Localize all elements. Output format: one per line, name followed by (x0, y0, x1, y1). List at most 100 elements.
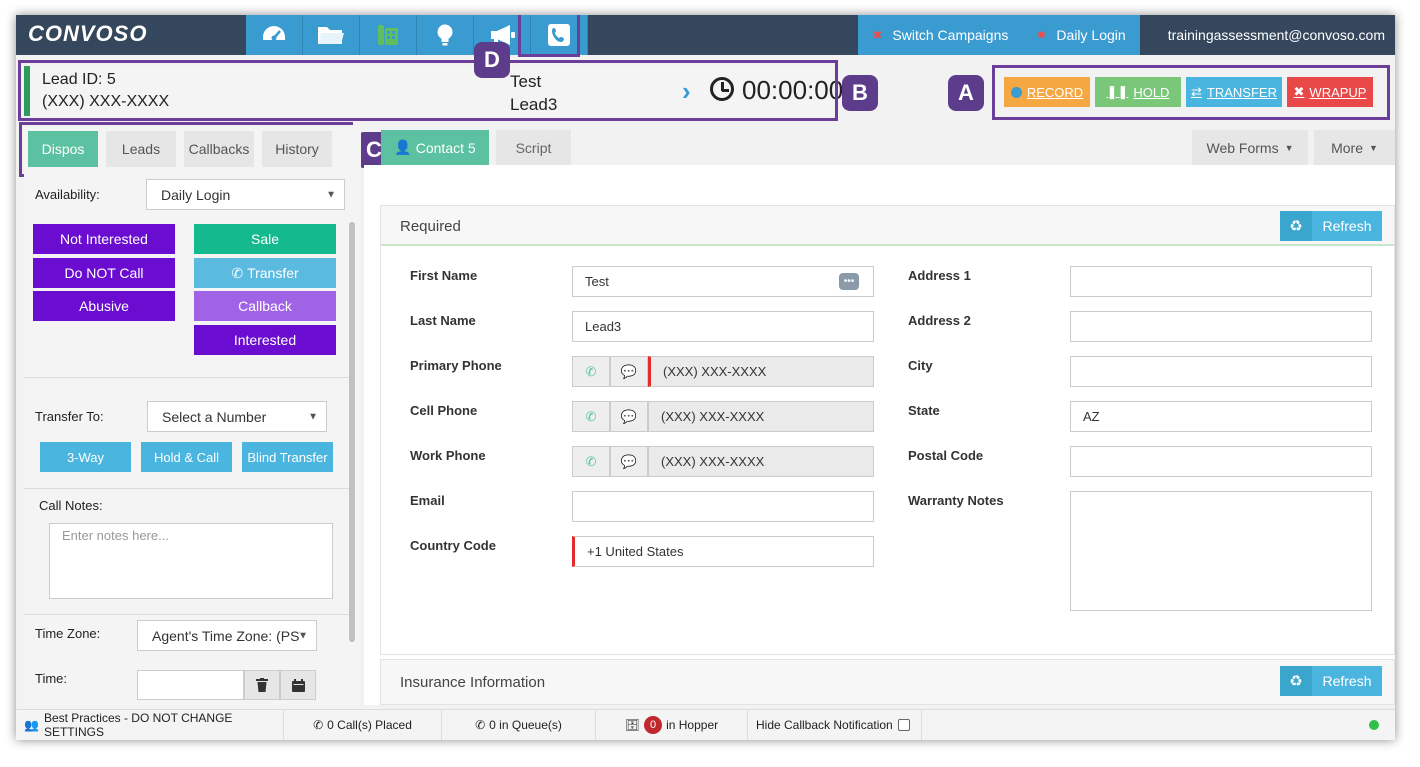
database-icon: 🗄 (624, 718, 641, 732)
availability-value: Daily Login (161, 186, 231, 203)
user-menu[interactable]: trainingassessment@convoso.com (1140, 15, 1395, 55)
calls-placed-item: ✆ 0 Call(s) Placed (284, 709, 442, 740)
switch-campaigns-button[interactable]: ✖ Switch Campaigns (858, 15, 1023, 55)
dispo-callback[interactable]: Callback (194, 291, 336, 321)
address2-field[interactable] (1070, 311, 1372, 342)
call-notes-textarea[interactable]: Enter notes here... (49, 523, 333, 599)
folder-icon[interactable] (303, 15, 360, 55)
country-code-field[interactable]: +1 United States (572, 536, 874, 567)
best-practices-item[interactable]: 👥 Best Practices - DO NOT CHANGE SETTINGS (16, 709, 284, 740)
call-phone-icon[interactable]: ✆ (572, 401, 610, 432)
dispo-transfer[interactable]: ✆ Transfer (194, 258, 336, 288)
tab-contact[interactable]: 👤 Contact 5 (381, 130, 489, 165)
three-way-button[interactable]: 3-Way (40, 442, 131, 472)
postal-code-label: Postal Code (908, 448, 984, 463)
tab-dispos[interactable]: Dispos (28, 131, 98, 167)
transfer-to-label: Transfer To: (35, 409, 104, 424)
state-label: State (908, 403, 940, 418)
contact-content: Required ♻ Refresh First Name Test ••• L… (364, 165, 1395, 705)
email-field[interactable] (572, 491, 874, 522)
hide-callback-checkbox[interactable] (897, 719, 910, 731)
call-phone-icon[interactable]: ✆ (572, 446, 610, 477)
availability-select[interactable]: Daily Login ▼ (146, 179, 345, 210)
cell-phone-group: ✆ 💬 (XXX) XXX-XXXX (572, 401, 874, 432)
web-forms-label: Web Forms (1206, 139, 1279, 156)
tab-script[interactable]: Script (496, 130, 571, 165)
tab-callbacks[interactable]: Callbacks (184, 131, 254, 167)
state-field[interactable]: AZ (1070, 401, 1372, 432)
first-name-value: Test (585, 274, 609, 289)
dispo-abusive[interactable]: Abusive (33, 291, 175, 321)
transfer-number-value: Select a Number (162, 408, 267, 425)
dispo-not-interested[interactable]: Not Interested (33, 224, 175, 254)
lightbulb-icon[interactable] (417, 15, 474, 55)
email-label: Email (410, 493, 445, 508)
cell-phone-label: Cell Phone (410, 403, 478, 418)
time-zone-value: Agent's Time Zone: (PST (152, 627, 300, 644)
in-queue-item: ✆ 0 in Queue(s) (442, 709, 596, 740)
calls-placed-label: 0 Call(s) Placed (327, 718, 412, 732)
refresh-label: Refresh (1322, 218, 1372, 234)
sms-chat-icon[interactable]: 💬 (610, 356, 648, 387)
caret-down-icon: ▼ (1368, 142, 1378, 153)
divider (24, 488, 349, 489)
daily-login-button[interactable]: ✹ Daily Login (1022, 15, 1140, 55)
web-forms-dropdown[interactable]: Web Forms ▼ (1192, 130, 1308, 165)
more-label: More (1331, 139, 1363, 156)
address1-field[interactable] (1070, 266, 1372, 297)
transfer-number-select[interactable]: Select a Number ▼ (147, 401, 327, 432)
dashboard-icon[interactable] (246, 15, 303, 55)
calendar-icon[interactable] (280, 670, 316, 700)
tab-history[interactable]: History (262, 131, 332, 167)
chevron-down-icon: ▼ (308, 411, 318, 422)
city-field[interactable] (1070, 356, 1372, 387)
hide-callback-item[interactable]: Hide Callback Notification (748, 709, 922, 740)
blind-transfer-button[interactable]: Blind Transfer (242, 442, 333, 472)
in-hopper-label: in Hopper (666, 718, 719, 732)
work-phone-label: Work Phone (410, 448, 486, 463)
last-name-field[interactable]: Lead3 (572, 311, 874, 342)
chevron-down-icon: ▼ (298, 630, 308, 641)
callout-badge-d: D (474, 42, 510, 78)
sms-chat-icon[interactable]: 💬 (610, 446, 648, 477)
required-title: Required (400, 218, 461, 235)
dispo-interested[interactable]: Interested (194, 325, 336, 355)
trash-icon[interactable] (244, 670, 280, 700)
dispo-sale[interactable]: Sale (194, 224, 336, 254)
users-icon: 👥 (24, 718, 39, 732)
refresh-button[interactable]: ♻ Refresh (1280, 211, 1382, 241)
phone-book-icon[interactable] (360, 15, 417, 55)
caret-down-icon: ▼ (1284, 142, 1294, 153)
time-zone-label: Time Zone: (35, 626, 101, 641)
required-panel: Required ♻ Refresh First Name Test ••• L… (380, 205, 1395, 655)
insurance-refresh-button[interactable]: ♻ Refresh (1280, 666, 1382, 696)
phone-icon: ✆ (475, 718, 486, 732)
time-label: Time: (35, 671, 68, 686)
dispo-transfer-label: Transfer (247, 265, 299, 281)
hopper-count-badge: 0 (644, 716, 663, 734)
recycle-icon: ♻ (1280, 666, 1312, 696)
left-panel-scrollbar[interactable] (349, 222, 355, 642)
insurance-panel: Insurance Information ♻ Refresh (380, 659, 1395, 705)
call-phone-icon[interactable]: ✆ (572, 356, 610, 387)
hide-callback-label: Hide Callback Notification (756, 718, 893, 732)
time-zone-select[interactable]: Agent's Time Zone: (PST ▼ (137, 620, 317, 651)
more-dropdown[interactable]: More ▼ (1314, 130, 1395, 165)
warranty-notes-textarea[interactable] (1070, 491, 1372, 611)
left-tabs: Dispos Leads Callbacks History (28, 131, 332, 167)
best-practices-label: Best Practices - DO NOT CHANGE SETTINGS (43, 711, 233, 739)
top-right-menu: ✖ Switch Campaigns ✹ Daily Login trainin… (858, 15, 1395, 55)
availability-label: Availability: (35, 187, 100, 202)
gear-icon: ✹ (1036, 28, 1047, 42)
postal-code-field[interactable] (1070, 446, 1372, 477)
sms-chat-icon[interactable]: 💬 (610, 401, 648, 432)
city-label: City (908, 358, 933, 373)
time-input[interactable] (137, 670, 244, 700)
more-options-icon[interactable]: ••• (839, 273, 859, 290)
first-name-field[interactable]: Test ••• (572, 266, 874, 297)
dispo-do-not-call[interactable]: Do NOT Call (33, 258, 175, 288)
insurance-refresh-label: Refresh (1322, 673, 1372, 689)
shuffle-icon: ✖ (872, 28, 883, 42)
hold-and-call-button[interactable]: Hold & Call (141, 442, 232, 472)
tab-leads[interactable]: Leads (106, 131, 176, 167)
